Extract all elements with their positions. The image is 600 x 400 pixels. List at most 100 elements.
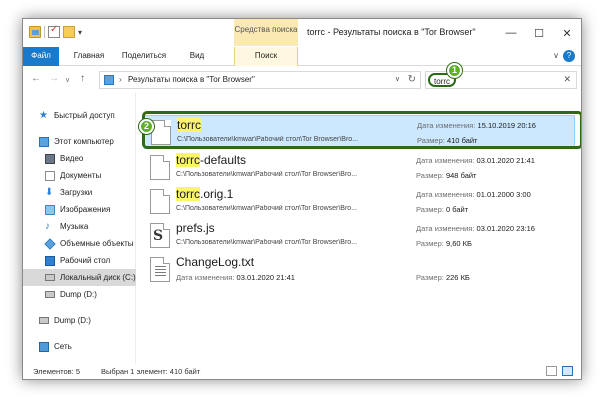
address-bar[interactable]: › Результаты поиска в "Tor Browser" ∨ ↻ [99, 71, 421, 89]
video-icon [45, 153, 55, 164]
drive-icon [39, 317, 49, 324]
file-path: C:\Пользователи\kmwar\Рабочий стол\Tor B… [176, 239, 358, 246]
modified-date-value: 01.01.2000 3:00 [476, 190, 531, 199]
selection-info: Выбран 1 элемент: 410 байт [101, 367, 201, 376]
maximize-button[interactable]: ☐ [525, 19, 553, 47]
file-name-rest: .orig.1 [200, 187, 234, 201]
file-path: C:\Пользователи\kmwar\Рабочий стол\Tor B… [176, 171, 358, 178]
search-results-folder-icon [104, 75, 114, 85]
file-size-value: 226 КБ [445, 273, 470, 282]
modified-date: Дата изменения: 01.01.2000 3:00 [416, 190, 531, 199]
text-file-icon [150, 257, 170, 282]
sidebar-item-dump-d[interactable]: Dump (D:) [23, 286, 136, 303]
modified-date-value: 03.01.2020 21:41 [236, 273, 295, 282]
help-icon[interactable]: ? [563, 50, 575, 62]
navigation-bar: ← → ∨ ↑ › Результаты поиска в "Tor Brows… [23, 67, 581, 93]
pictures-icon [45, 204, 55, 215]
tab-file[interactable]: Файл [23, 47, 59, 66]
close-button[interactable]: ✕ [553, 19, 581, 47]
tab-share[interactable]: Поделиться [119, 47, 169, 66]
recent-locations-icon[interactable]: ∨ [65, 76, 70, 84]
list-item[interactable]: torrc.orig.1 C:\Пользователи\kmwar\Рабоч… [144, 185, 575, 219]
breadcrumb[interactable]: Результаты поиска в "Tor Browser" [128, 75, 255, 84]
drive-icon [45, 274, 55, 281]
quick-access-toolbar: ▾ [29, 24, 82, 38]
highlight-frame [142, 111, 581, 149]
file-size: Размер: 226 КБ [416, 273, 470, 282]
sidebar-item-dump-d-root[interactable]: Dump (D:) [23, 312, 136, 329]
tab-home[interactable]: Главная [69, 47, 109, 66]
file-size-label: Размер: [416, 205, 444, 214]
sidebar-item-label: Локальный диск (C:) [60, 273, 136, 282]
explorer-window: ▾ Средства поиска torrc - Результаты пои… [22, 18, 582, 380]
ribbon-tabs: Файл Главная Поделиться Вид Поиск ∨ ? [23, 47, 581, 66]
tab-view[interactable]: Вид [183, 47, 211, 66]
details-view-icon[interactable] [546, 366, 557, 376]
list-item[interactable]: prefs.js C:\Пользователи\kmwar\Рабочий с… [144, 219, 575, 253]
sidebar-item-this-pc[interactable]: Этот компьютер [23, 133, 136, 150]
search-hit: torrc [176, 153, 200, 167]
file-size: Размер: 9,60 КБ [416, 239, 472, 248]
sidebar-item-label: Изображения [60, 205, 111, 214]
tab-search[interactable]: Поиск [234, 47, 298, 66]
file-icon [150, 155, 170, 180]
modified-date: Дата изменения: 03.01.2020 23:16 [416, 224, 535, 233]
up-arrow-icon[interactable]: ↑ [80, 73, 85, 84]
star-icon: ★ [39, 109, 48, 121]
sidebar-item-local-disk-c[interactable]: Локальный диск (C:) [23, 269, 136, 286]
sidebar-item-label: Быстрый доступ [54, 111, 115, 120]
window-controls: — ☐ ✕ [497, 19, 581, 47]
sidebar-item-label: Dump (D:) [60, 290, 97, 299]
sidebar-item-music[interactable]: ♪ Музыка [23, 218, 136, 235]
sidebar-item-documents[interactable]: Документы [23, 167, 136, 184]
sidebar-item-pictures[interactable]: Изображения [23, 201, 136, 218]
search-results-list: torrc C:\Пользователи\kmwar\Рабочий стол… [138, 93, 581, 365]
sidebar-item-network[interactable]: Сеть [23, 338, 136, 355]
music-icon: ♪ [45, 220, 50, 232]
sidebar-item-label: Загрузки [60, 188, 93, 197]
tiles-view-icon[interactable] [562, 366, 573, 376]
toolbar-separator [44, 26, 45, 38]
properties-icon[interactable] [48, 24, 60, 38]
back-arrow-icon[interactable]: ← [31, 73, 41, 84]
file-size-value: 948 байт [445, 171, 477, 180]
file-name-rest: -defaults [200, 153, 247, 167]
sidebar-item-3d-objects[interactable]: Объемные объекты [23, 235, 136, 252]
sidebar-item-quick-access[interactable]: ★ Быстрый доступ [23, 107, 136, 124]
sidebar-item-video[interactable]: Видео [23, 150, 136, 167]
file-name: torrc.orig.1 [176, 187, 233, 201]
modified-date: Дата изменения: 03.01.2020 21:41 [176, 273, 295, 282]
search-tools-context: Средства поиска [234, 19, 298, 46]
file-size-label: Размер: [416, 239, 444, 248]
breadcrumb-separator-icon[interactable]: › [119, 75, 122, 84]
sidebar-item-label: Dump (D:) [54, 316, 91, 325]
callout-badge-2: 2 [139, 119, 154, 134]
computer-icon [39, 136, 49, 147]
customize-toolbar-icon[interactable]: ▾ [78, 28, 82, 37]
clear-search-icon[interactable]: ✕ [563, 74, 571, 85]
list-item[interactable]: ChangeLog.txt Дата изменения: 03.01.2020… [144, 253, 575, 287]
sidebar-item-label: Рабочий стол [60, 256, 111, 265]
sidebar-item-label: Сеть [54, 342, 72, 351]
file-name: prefs.js [176, 221, 215, 235]
sidebar-item-label: Этот компьютер [54, 137, 114, 146]
screenshot-frame: ▾ Средства поиска torrc - Результаты пои… [0, 0, 600, 400]
explorer-icon [29, 26, 41, 38]
minimize-button[interactable]: — [497, 19, 525, 47]
forward-arrow-icon[interactable]: → [49, 73, 59, 84]
modified-date-label: Дата изменения: [416, 156, 475, 165]
refresh-icon[interactable]: ↻ [408, 74, 416, 85]
js-file-icon [150, 223, 170, 248]
list-item[interactable]: torrc-defaults C:\Пользователи\kmwar\Раб… [144, 151, 575, 185]
new-folder-icon[interactable] [63, 26, 75, 38]
modified-date-label: Дата изменения: [416, 190, 475, 199]
sidebar-item-desktop[interactable]: Рабочий стол [23, 252, 136, 269]
status-bar: Элементов: 5 Выбран 1 элемент: 410 байт [23, 364, 581, 379]
expand-ribbon-icon[interactable]: ∨ [553, 51, 559, 60]
search-hit: torrc [176, 187, 200, 201]
window-title: torrc - Результаты поиска в "Tor Browser… [307, 27, 476, 37]
address-dropdown-icon[interactable]: ∨ [395, 75, 400, 83]
modified-date-value: 03.01.2020 23:16 [476, 224, 535, 233]
file-icon [150, 189, 170, 214]
sidebar-item-downloads[interactable]: ⬇ Загрузки [23, 184, 136, 201]
